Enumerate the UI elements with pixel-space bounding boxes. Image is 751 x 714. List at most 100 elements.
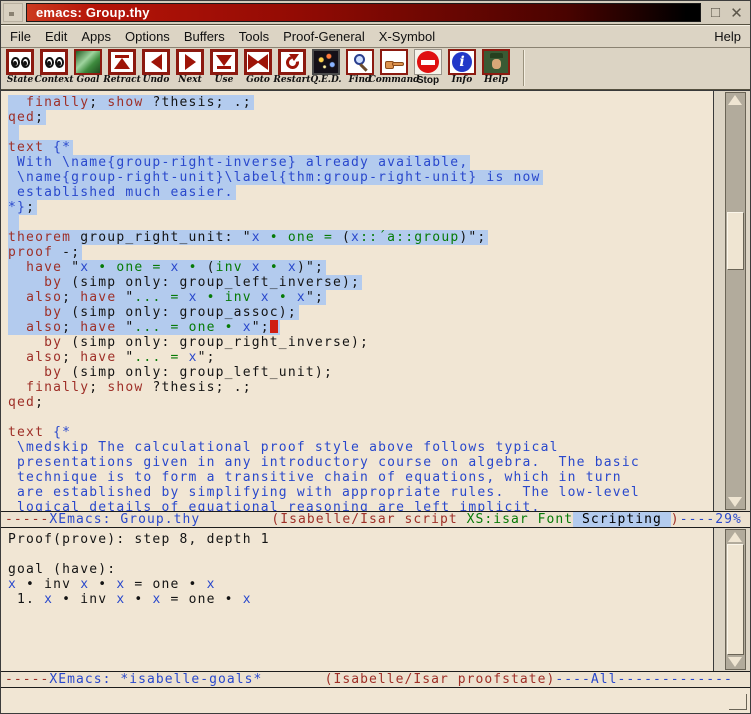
buffer-line: x • inv x • x = one • x [8, 577, 713, 592]
text-token: ?thesis; .; [143, 380, 251, 395]
text-token: • [89, 577, 116, 592]
maximize-button[interactable]: □ [707, 4, 724, 21]
text-token: XS:isar Font [467, 512, 574, 527]
goal-picture-icon [74, 49, 102, 75]
toolbar-button-next[interactable]: Next [173, 49, 207, 89]
text-token: • one = [261, 230, 342, 245]
toolbar-button-label: Restart [273, 75, 310, 85]
text-token: ) [671, 512, 680, 527]
script-scrollbar[interactable] [725, 92, 746, 510]
menu-item-edit[interactable]: Edit [45, 29, 67, 44]
menu-items: File Edit Apps Options Buffers Tools Proof-Gen… [10, 29, 714, 44]
goals-buffer[interactable]: Proof(prove): step 8, depth 1goal (have)… [1, 528, 713, 671]
arrow-left-icon [142, 49, 170, 75]
buffer-line: qed; [8, 110, 713, 125]
buffer-line: goal (have): [8, 562, 713, 577]
text-token: ( [342, 230, 351, 245]
scrollbar-down-button[interactable] [726, 655, 745, 669]
arrow-right-icon [176, 49, 204, 75]
scrollbar-track[interactable] [726, 544, 745, 655]
text-token: XEmacs: Group.thy [49, 512, 200, 527]
buffer-line: \name{group-right-unit}\label{thm:group-… [8, 170, 713, 185]
text-token: x [351, 230, 360, 245]
buffer-line [8, 125, 713, 140]
toolbar-button-state[interactable]: State [3, 49, 37, 89]
buffer-line: text {* [8, 425, 713, 440]
text-token: " [116, 320, 134, 335]
window-menu-button[interactable] [3, 3, 23, 22]
text-token: = one • [161, 592, 242, 607]
menu-item-help[interactable]: Help [714, 29, 741, 44]
toolbar-button-command[interactable]: Command [377, 49, 411, 89]
text-token: have [80, 320, 116, 335]
text-token: ... = [134, 290, 188, 305]
processed-region-highlight: established much easier. [8, 185, 236, 200]
text-token: • inv [17, 577, 80, 592]
text-token: " [62, 260, 80, 275]
text-token: are established by simplifying with appr… [8, 485, 640, 500]
goals-scrollbar[interactable] [725, 529, 746, 670]
text-token: -; [53, 245, 80, 260]
scrollbar-up-button[interactable] [726, 93, 745, 107]
text-token: x [116, 592, 125, 607]
text-token: ; [35, 395, 44, 410]
mode-line-script[interactable]: -----XEmacs: Group.thy (Isabelle/Isar sc… [1, 511, 750, 528]
toolbar-button-restart[interactable]: Restart [275, 49, 309, 89]
resize-grip[interactable] [729, 694, 747, 710]
text-token: presentations given in any introductory … [8, 455, 640, 470]
arrow-up-icon [728, 95, 742, 105]
goals-buffer-window: Proof(prove): step 8, depth 1goal (have)… [1, 528, 750, 671]
scrollbar-down-button[interactable] [726, 495, 745, 509]
menu-item-x-symbol[interactable]: X-Symbol [379, 29, 435, 44]
menu-item-tools[interactable]: Tools [239, 29, 269, 44]
processed-region-highlight: \name{group-right-unit}\label{thm:group-… [8, 170, 543, 185]
toolbar-button-qed[interactable]: Q.E.D. [309, 49, 343, 89]
menu-item-buffers[interactable]: Buffers [184, 29, 225, 44]
toolbar-button-retract[interactable]: Retract [105, 49, 139, 89]
menu-item-proof-general[interactable]: Proof-General [283, 29, 365, 44]
text-token: goal (have): [8, 562, 116, 577]
processed-region-highlight [8, 215, 19, 230]
text-token: qed [8, 395, 35, 410]
toolbar-button-undo[interactable]: Undo [139, 49, 173, 89]
text-token: x [44, 592, 53, 607]
toolbar-button-goal[interactable]: Goal [71, 49, 105, 89]
script-buffer[interactable]: finally; show ?thesis; .;qed; text {* Wi… [1, 91, 713, 511]
text-token: \medskip The calculational proof style a… [8, 440, 559, 455]
scrollbar-track[interactable] [726, 107, 745, 495]
close-button[interactable]: ✕ [728, 4, 745, 21]
toolbar-button-stop[interactable]: Stop [411, 49, 445, 89]
mode-line-goals[interactable]: -----XEmacs: *isabelle-goals* (Isabelle/… [1, 671, 750, 688]
scrollbar-thumb[interactable] [727, 544, 744, 655]
text-token: {* [53, 425, 71, 440]
text-token: (Isabelle/Isar proofstate) [325, 672, 556, 687]
menu-item-options[interactable]: Options [125, 29, 170, 44]
buffer-line: by (simp only: group_right_inverse); [8, 335, 713, 350]
text-token [8, 305, 44, 320]
title-bar[interactable]: emacs: Group.thy □ ✕ [1, 1, 750, 25]
text-token: inv [216, 260, 252, 275]
menu-item-apps[interactable]: Apps [81, 29, 111, 44]
toolbar-button-goto[interactable]: Goto [241, 49, 275, 89]
helper-portrait-icon [482, 49, 510, 75]
buffer-line: established much easier. [8, 185, 713, 200]
toolbar-button-use[interactable]: Use [207, 49, 241, 89]
scrollbar-thumb[interactable] [727, 212, 744, 270]
text-token: qed [8, 110, 35, 125]
toolbar-button-context[interactable]: Context [37, 49, 71, 89]
toolbar-button-help[interactable]: Help [479, 49, 513, 89]
text-token: x [189, 350, 198, 365]
script-scrollbar-column [713, 91, 750, 511]
buffer-line: finally; show ?thesis; .; [8, 380, 713, 395]
text-token: x [80, 260, 89, 275]
toolbar-button-label: Undo [143, 75, 170, 85]
minibuffer[interactable] [1, 688, 750, 713]
text-token: • inv [53, 592, 116, 607]
toolbar-button-info[interactable]: iInfo [445, 49, 479, 89]
menu-item-file[interactable]: File [10, 29, 31, 44]
text-token: also [26, 320, 62, 335]
arrow-up-to-bar-icon [108, 49, 136, 75]
text-token: technique is to form a transitive chain … [8, 470, 622, 485]
buffer-line [8, 215, 713, 230]
scrollbar-up-button[interactable] [726, 530, 745, 544]
